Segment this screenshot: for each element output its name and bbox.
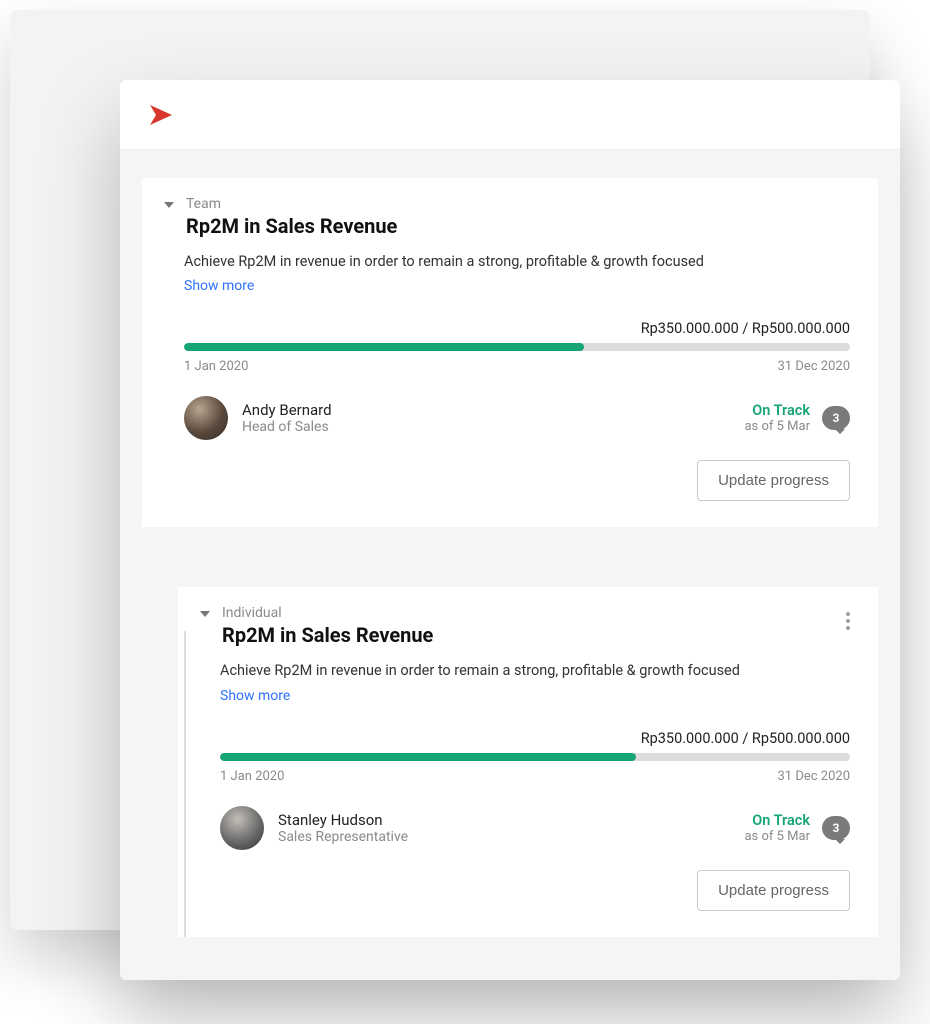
goal-card: Individual Rp2M in Sales Revenue Achieve… — [178, 587, 878, 936]
owner-name: Stanley Hudson — [278, 811, 408, 829]
chevron-down-icon[interactable] — [162, 198, 176, 212]
goal-description: Achieve Rp2M in revenue in order to rema… — [184, 252, 850, 272]
app-header — [120, 80, 900, 150]
goal-card-header: Individual Rp2M in Sales Revenue — [198, 605, 850, 647]
status-asof: as of 5 Mar — [744, 419, 810, 434]
end-date: 31 Dec 2020 — [777, 769, 850, 784]
app-window: Team Rp2M in Sales Revenue Achieve Rp2M … — [120, 80, 900, 980]
progress-bar — [220, 753, 850, 761]
show-more-link[interactable]: Show more — [220, 688, 290, 704]
owner-role: Head of Sales — [242, 419, 332, 435]
status-asof: as of 5 Mar — [744, 829, 810, 844]
goal-card: Team Rp2M in Sales Revenue Achieve Rp2M … — [142, 178, 878, 527]
avatar[interactable] — [220, 806, 264, 850]
goal-card-header: Team Rp2M in Sales Revenue — [162, 196, 850, 238]
progress-value-text: Rp350.000.000 / Rp500.000.000 — [184, 320, 850, 337]
goal-title[interactable]: Rp2M in Sales Revenue — [222, 623, 850, 647]
progress-bar — [184, 343, 850, 351]
app-logo-icon — [148, 101, 184, 129]
show-more-link[interactable]: Show more — [184, 278, 254, 294]
update-progress-button[interactable]: Update progress — [697, 870, 850, 911]
status-badge: On Track — [744, 402, 810, 419]
comment-count-icon[interactable]: 3 — [822, 816, 850, 840]
more-options-icon[interactable] — [846, 609, 850, 633]
progress-value-text: Rp350.000.000 / Rp500.000.000 — [220, 730, 850, 747]
chevron-down-icon[interactable] — [198, 607, 212, 621]
end-date: 31 Dec 2020 — [777, 359, 850, 374]
start-date: 1 Jan 2020 — [220, 769, 284, 784]
progress-bar-fill — [184, 343, 584, 351]
goal-title[interactable]: Rp2M in Sales Revenue — [186, 214, 850, 238]
start-date: 1 Jan 2020 — [184, 359, 248, 374]
avatar[interactable] — [184, 396, 228, 440]
owner-name: Andy Bernard — [242, 401, 332, 419]
comment-count-icon[interactable]: 3 — [822, 406, 850, 430]
owner-role: Sales Representative — [278, 829, 408, 845]
content-area: Team Rp2M in Sales Revenue Achieve Rp2M … — [120, 150, 900, 980]
tree-line — [184, 631, 186, 936]
progress-bar-fill — [220, 753, 636, 761]
goal-type-label: Team — [186, 196, 850, 212]
goal-type-label: Individual — [222, 605, 850, 621]
goal-description: Achieve Rp2M in revenue in order to rema… — [220, 661, 850, 681]
update-progress-button[interactable]: Update progress — [697, 460, 850, 501]
status-badge: On Track — [744, 812, 810, 829]
